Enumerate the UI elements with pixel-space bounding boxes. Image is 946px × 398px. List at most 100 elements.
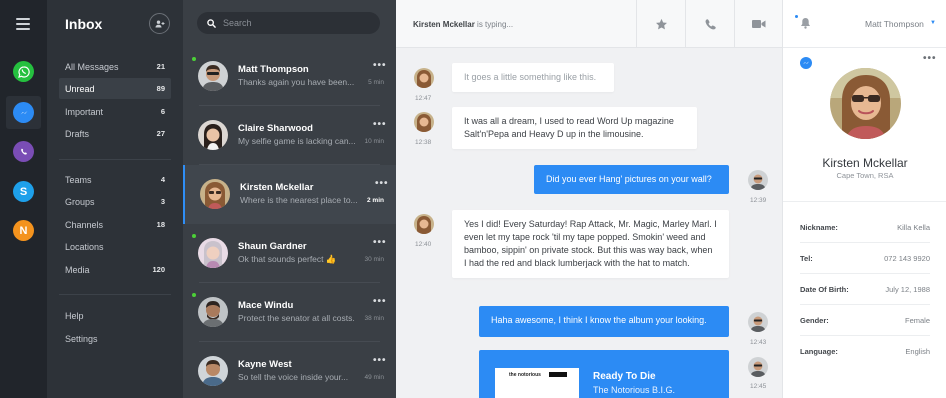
conversation-time: 5 min [368,79,384,86]
profile-name: Kirsten Mckellar [822,156,908,170]
message-time: 12:47 [415,95,432,102]
nav-item-media[interactable]: Media 120 [59,259,171,280]
conversation-item[interactable]: Shaun Gardner Ok that sounds perfect 👍 •… [183,224,396,283]
conversation-item[interactable]: Kayne West So tell the voice inside your… [183,342,396,398]
message-preview: My selfie game is lacking can... [238,136,356,146]
detail-value: Killa Kella [897,222,930,232]
nav-count: 4 [160,175,165,184]
conversation-time: 10 min [364,138,384,145]
avatar [198,120,228,150]
outgoing-message: Haha awesome, I think I know the album y… [479,306,729,337]
conversation-time: 2 min [367,197,384,204]
search-box [197,12,380,34]
profile-location: Cape Town, RSA [836,171,894,180]
message-time: 12:43 [750,339,767,346]
detail-value[interactable]: 072 143 9920 [884,254,930,263]
detail-label: Language: [800,347,838,356]
avatar [198,238,228,268]
n-app-icon[interactable]: N [13,220,34,241]
detail-value: Female [904,315,930,325]
contact-name: Kirsten Mckellar [240,182,314,193]
notifications-button[interactable] [800,17,811,32]
nav-item-channels[interactable]: Channels 18 [59,214,171,235]
user-avatar [748,170,768,190]
menu-icon[interactable] [16,18,30,33]
video-call-button[interactable] [734,0,782,48]
chat-panel: Kirsten Mckellar is typing... 12:47 It g… [396,0,782,398]
nav-item-locations[interactable]: Locations [59,236,171,257]
profile-topbar: Matt Thompson ▼ [783,0,946,48]
call-button[interactable] [685,0,734,48]
more-options-icon[interactable]: ••• [373,355,387,366]
contact-name: Mace Windu [238,300,294,311]
message-preview: Where is the nearest place to... [240,195,358,205]
detail-label: Nickname: [800,222,838,232]
nav-item-drafts[interactable]: Drafts 27 [59,123,171,144]
nav-count: 6 [160,107,165,116]
online-indicator [192,293,196,297]
detail-row-gender: Gender: Female [800,305,930,336]
detail-value: English [905,347,930,356]
whatsapp-icon[interactable] [13,61,34,82]
nav-count: 120 [152,265,165,274]
mail-nav: Inbox All Messages 21 Unread 89 Importan… [47,0,183,398]
search-icon [207,18,216,28]
conversation-item[interactable]: Mace Windu Protect the senator at all co… [183,283,396,342]
message-time: 12:38 [415,139,432,146]
nav-item-all-messages[interactable]: All Messages 21 [59,56,171,77]
detail-label: Gender: [800,315,829,325]
incoming-message: It was all a dream, I used to read Word … [452,107,697,149]
avatar [198,356,228,386]
current-user-menu[interactable]: Matt Thompson [865,19,924,29]
online-indicator [192,234,196,238]
nav-item-groups[interactable]: Groups 3 [59,191,171,212]
nav-count: 27 [156,129,165,138]
app-rail: S N [0,0,47,398]
nav-item-help[interactable]: Help [59,305,171,326]
user-avatar [748,357,768,377]
more-options-icon[interactable]: ••• [373,237,387,248]
message-preview: Thanks again you have been... [238,77,355,87]
typing-status: is typing... [477,20,514,29]
detail-row-tel: Tel: 072 143 9920 [800,243,930,274]
avatar [198,61,228,91]
message-preview: Ok that sounds perfect 👍 [238,254,337,264]
contact-name: Claire Sharwood [238,123,313,134]
add-user-button[interactable] [149,13,170,34]
profile-panel: Matt Thompson ▼ ••• Kirsten Mckellar Cap… [782,0,946,398]
nav-item-important[interactable]: Important 6 [59,101,171,122]
nav-item-unread[interactable]: Unread 89 [59,78,171,99]
messenger-icon[interactable] [13,102,34,123]
online-indicator [192,57,196,61]
viber-icon[interactable] [13,141,34,162]
contact-name: Kayne West [238,359,292,370]
video-camera-icon [752,20,766,28]
message-preview: So tell the voice inside your... [238,372,349,382]
skype-icon[interactable]: S [13,181,34,202]
more-options-icon[interactable]: ••• [923,53,937,64]
phone-icon [705,18,716,29]
more-options-icon[interactable]: ••• [373,296,387,307]
profile-avatar [830,68,901,139]
messenger-icon [800,57,812,69]
nav-count: 18 [156,220,165,229]
outgoing-message: Did you ever Hang' pictures on your wall… [534,165,729,194]
more-options-icon[interactable]: ••• [375,178,389,189]
search-input[interactable] [223,18,363,28]
conversation-item[interactable]: Matt Thompson Thanks again you have been… [183,47,396,106]
nav-item-teams[interactable]: Teams 4 [59,169,171,190]
more-options-icon[interactable]: ••• [373,60,387,71]
more-options-icon[interactable]: ••• [373,119,387,130]
favorite-button[interactable] [636,0,685,48]
conversation-item[interactable]: Claire Sharwood My selfie game is lackin… [183,106,396,165]
incoming-message: Yes I did! Every Saturday! Rap Attack, M… [452,210,729,278]
nav-item-settings[interactable]: Settings [59,328,171,349]
message-preview: Protect the senator at all costs. [238,313,355,323]
message-time: 12:40 [415,241,432,248]
conversation-item-selected[interactable]: Kirsten Mckellar Where is the nearest pl… [183,165,396,224]
chat-header: Kirsten Mckellar is typing... [396,0,782,48]
chevron-down-icon[interactable]: ▼ [930,20,936,26]
detail-row-language: Language: English [800,336,930,367]
bell-icon [801,18,810,29]
outgoing-media-message[interactable]: the notorious Ready To Die The Notorious… [479,350,729,398]
